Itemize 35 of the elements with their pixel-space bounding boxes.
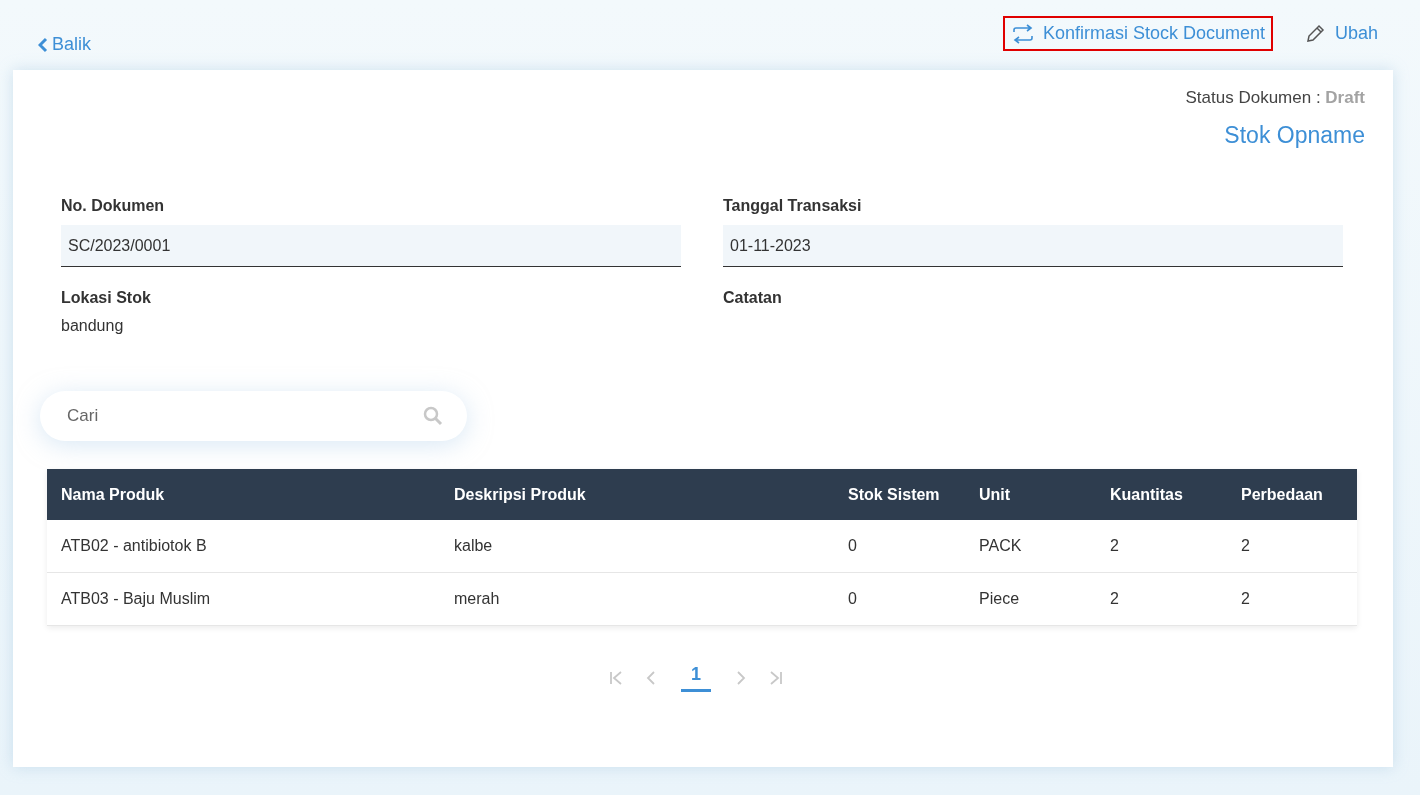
field-label: No. Dokumen bbox=[61, 197, 166, 215]
document-type-title: Stok Opname bbox=[1223, 122, 1365, 149]
column-header: Stok Sistem bbox=[847, 485, 941, 504]
confirm-link[interactable]: Konfirmasi Stock Document bbox=[1002, 16, 1273, 51]
table-cell-text: 0 bbox=[847, 537, 858, 555]
search-icon bbox=[423, 406, 443, 426]
table-cell-text: ATB02 - antibiotok B bbox=[60, 537, 208, 555]
input-field[interactable]: 01-11-2023 bbox=[723, 225, 1343, 267]
field-label: Lokasi Stok bbox=[61, 289, 152, 307]
table-cell-text: 2 bbox=[1240, 537, 1251, 555]
table-cell-text: Piece bbox=[978, 590, 1021, 608]
table-cell-text: 2 bbox=[1240, 590, 1251, 608]
table-cell-text: 2 bbox=[1109, 590, 1120, 608]
back-link[interactable]: Balik bbox=[38, 34, 91, 55]
edit-link[interactable]: Ubah bbox=[1294, 16, 1386, 51]
document-status: Status Dokumen : Draft bbox=[1184, 88, 1365, 108]
page-number[interactable]: 1 bbox=[681, 664, 711, 692]
field-label: Catatan bbox=[723, 289, 783, 307]
column-header: Perbedaan bbox=[1240, 485, 1324, 504]
table-cell-text: 0 bbox=[847, 590, 858, 608]
swap-arrows-icon bbox=[1010, 23, 1035, 44]
table-cell-text: 2 bbox=[1109, 537, 1120, 555]
field-value: bandung bbox=[61, 317, 125, 335]
search-field[interactable]: Cari bbox=[40, 391, 467, 441]
table-cell-text: merah bbox=[453, 590, 501, 608]
table-cell-text: kalbe bbox=[453, 537, 494, 555]
column-header: Unit bbox=[978, 485, 1012, 504]
table-cell-text: ATB03 - Baju Muslim bbox=[60, 590, 212, 608]
input-field[interactable]: SC/2023/0001 bbox=[61, 225, 681, 267]
column-header: Kuantitas bbox=[1109, 485, 1184, 504]
column-header: Nama Produk bbox=[60, 485, 166, 504]
chevron-left-icon bbox=[38, 36, 48, 53]
field-label: Tanggal Transaksi bbox=[723, 197, 863, 215]
table-cell-text: PACK bbox=[978, 537, 1023, 555]
column-header: Deskripsi Produk bbox=[453, 485, 587, 504]
